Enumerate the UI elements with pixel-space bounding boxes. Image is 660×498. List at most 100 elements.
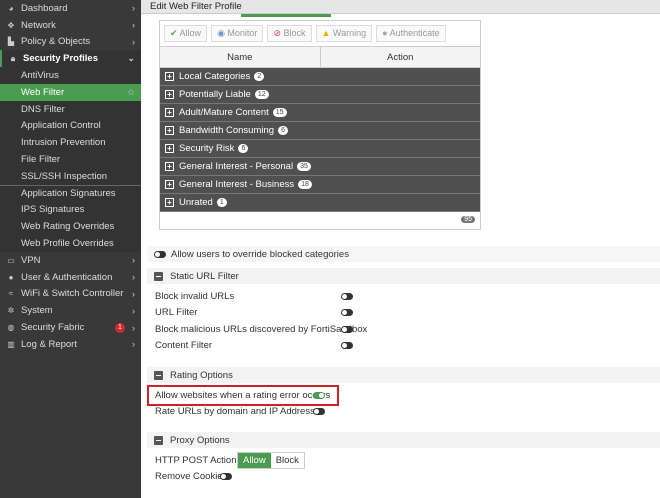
sidebar-item-security-profiles[interactable]: 🔒︎ Security Profiles ⌄ [0, 50, 141, 68]
table-row[interactable]: + Potentially Liable 12 [160, 86, 480, 104]
fortisandbox-toggle[interactable] [341, 326, 353, 333]
expand-icon[interactable]: + [165, 180, 174, 189]
option-label: HTTP POST Action [155, 455, 237, 466]
expand-icon[interactable]: + [165, 198, 174, 207]
http-post-action-selector: Allow Block [237, 452, 305, 469]
lock-icon: 🔒︎ [10, 53, 16, 63]
chevron-right-icon: › [132, 288, 135, 299]
check-icon: ✔ [170, 28, 180, 38]
expand-icon[interactable]: + [165, 126, 174, 135]
star-icon[interactable]: ☆ [127, 87, 135, 98]
sidebar-item-ips-signatures[interactable]: IPS Signatures [0, 201, 141, 219]
sidebar-item-log-report[interactable]: ▥ Log & Report › [0, 336, 141, 353]
sidebar-item-web-rating-overrides[interactable]: Web Rating Overrides [0, 218, 141, 236]
category-count: 2 [254, 72, 265, 81]
sidebar-item-network[interactable]: ✥ Network › [0, 17, 141, 34]
column-action[interactable]: Action [321, 47, 481, 67]
sidebar-item-wifi[interactable]: ≈ WiFi & Switch Controller › [0, 286, 141, 303]
expand-icon[interactable]: + [165, 72, 174, 81]
sidebar-item-application-signatures[interactable]: Application Signatures [0, 184, 141, 202]
option-label: Remove Cookies [155, 471, 228, 482]
laptop-icon: ▭ [7, 255, 15, 265]
total-count-badge: 95 [461, 216, 475, 223]
wifi-icon: ≈ [8, 289, 14, 299]
sidebar-item-web-profile-overrides[interactable]: Web Profile Overrides [0, 235, 141, 252]
option-label: URL Filter [155, 307, 198, 318]
authenticate-filter-button[interactable]: ● Authenticate [376, 25, 446, 42]
chevron-right-icon: › [132, 339, 135, 350]
table-row[interactable]: + Security Risk 6 [160, 140, 480, 158]
chevron-right-icon: › [132, 3, 135, 14]
table-row[interactable]: + Local Categories 2 [160, 68, 480, 86]
category-name: Unrated [179, 197, 213, 208]
page-title: Edit Web Filter Profile [141, 0, 660, 14]
sidebar-item-policy[interactable]: ▙ Policy & Objects › [0, 34, 141, 51]
table-row[interactable]: + General Interest - Business 18 [160, 176, 480, 194]
option-label: Block malicious URLs discovered by Forti… [155, 324, 368, 335]
sidebar-item-web-filter[interactable]: Web Filter ☆ [0, 83, 141, 101]
eye-icon: ◉ [217, 28, 228, 38]
remove-cookies-toggle[interactable] [220, 473, 232, 480]
category-count: 1 [216, 198, 227, 207]
allow-option[interactable]: Allow [238, 453, 271, 468]
allow-filter-button[interactable]: ✔ Allow [164, 25, 208, 42]
sidebar-item-system[interactable]: ✲ System › [0, 302, 141, 319]
expand-icon[interactable]: + [165, 90, 174, 99]
warning-filter-button[interactable]: ▲ Warning [315, 25, 373, 42]
sidebar: ◕ Dashboard › ✥ Network › ▙ Policy & Objects ›… [0, 0, 141, 498]
sidebar-item-file-filter[interactable]: File Filter [0, 151, 141, 168]
collapse-icon[interactable] [154, 271, 163, 281]
category-count: 6 [238, 144, 249, 153]
option-label: Block invalid URLs [155, 291, 235, 302]
category-name: Security Risk [179, 143, 235, 154]
chevron-right-icon: › [132, 305, 135, 316]
override-toggle[interactable] [154, 250, 166, 258]
policy-icon: ▙ [7, 37, 15, 47]
sidebar-item-user-auth[interactable]: ● User & Authentication › [0, 269, 141, 286]
rate-urls-toggle[interactable] [313, 408, 325, 415]
sidebar-item-security-fabric[interactable]: ◍ Security Fabric 1 › [0, 319, 141, 336]
content-filter-toggle[interactable] [341, 342, 353, 349]
url-filter-toggle[interactable] [341, 309, 353, 316]
chevron-right-icon: › [132, 322, 135, 333]
chevron-right-icon: › [132, 272, 135, 283]
sidebar-item-antivirus[interactable]: AntiVirus [0, 67, 141, 84]
category-count: 18 [298, 180, 312, 189]
sidebar-item-dashboard[interactable]: ◕ Dashboard › [0, 0, 141, 17]
sidebar-item-ssl-ssh[interactable]: SSL/SSH Inspection [0, 167, 141, 185]
block-invalid-urls-toggle[interactable] [341, 293, 353, 300]
table-row[interactable]: + Unrated 1 [160, 194, 480, 212]
dashboard-icon: ◕ [8, 3, 14, 13]
chevron-right-icon: › [132, 255, 135, 266]
table-row[interactable]: + General Interest - Personal 35 [160, 158, 480, 176]
block-filter-button[interactable]: ⊘ Block [267, 25, 312, 42]
override-row: Allow users to override blocked categori… [147, 246, 660, 262]
gear-icon: ✲ [7, 306, 15, 316]
category-name: General Interest - Business [179, 179, 295, 190]
collapse-icon[interactable] [154, 435, 163, 445]
table-row[interactable]: + Bandwidth Consuming 6 [160, 122, 480, 140]
expand-icon[interactable]: + [165, 144, 174, 153]
collapse-icon[interactable] [154, 370, 163, 380]
rating-options-section[interactable]: Rating Options [147, 367, 660, 383]
category-name: General Interest - Personal [179, 161, 294, 172]
monitor-filter-button[interactable]: ◉ Monitor [211, 25, 264, 42]
table-header: Name Action [160, 46, 480, 68]
sidebar-item-application-control[interactable]: Application Control [0, 117, 141, 135]
static-url-filter-section[interactable]: Static URL Filter [147, 268, 660, 284]
option-label: Content Filter [155, 340, 213, 351]
column-name[interactable]: Name [160, 47, 321, 67]
chevron-right-icon: › [132, 20, 135, 31]
block-option[interactable]: Block [271, 453, 304, 468]
sidebar-item-dns-filter[interactable]: DNS Filter [0, 100, 141, 118]
chevron-right-icon: › [132, 36, 135, 47]
proxy-options-section[interactable]: Proxy Options [147, 432, 660, 448]
chevron-down-icon: ⌄ [127, 53, 135, 64]
table-row[interactable]: + Adult/Mature Content 15 [160, 104, 480, 122]
expand-icon[interactable]: + [165, 162, 174, 171]
main-content: Edit Web Filter Profile ✔ Allow ◉ Monito… [141, 0, 660, 498]
network-icon: ✥ [7, 20, 15, 30]
sidebar-item-intrusion-prevention[interactable]: Intrusion Prevention [0, 134, 141, 152]
sidebar-item-vpn[interactable]: ▭ VPN › [0, 252, 141, 269]
expand-icon[interactable]: + [165, 108, 174, 117]
